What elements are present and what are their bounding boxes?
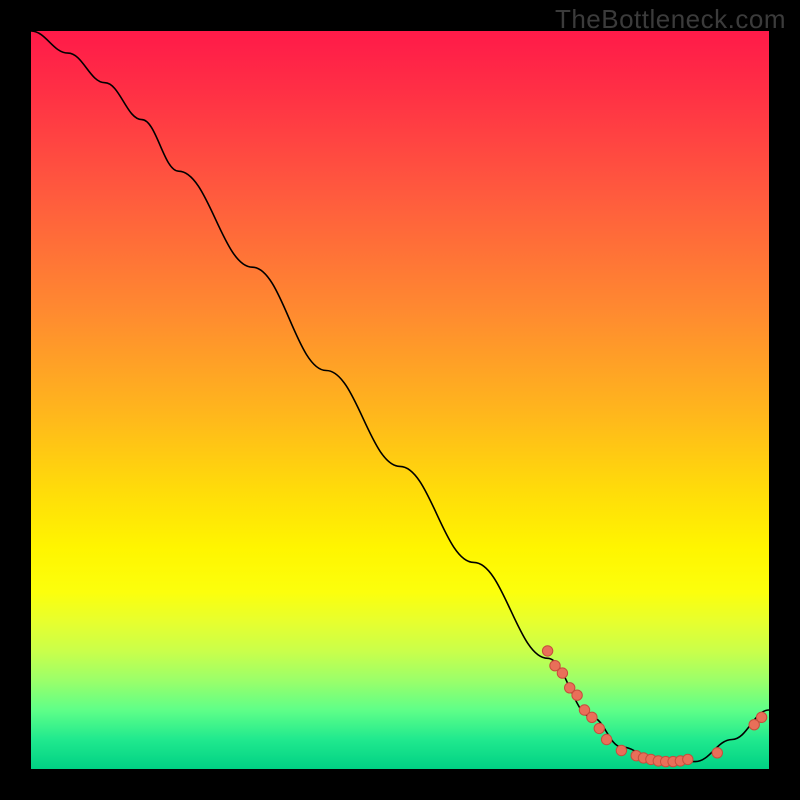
highlight-dot [683, 754, 693, 764]
chart-frame: TheBottleneck.com [0, 0, 800, 800]
highlight-dot [557, 668, 567, 678]
highlight-dot [601, 734, 611, 744]
chart-svg [31, 31, 769, 769]
highlight-dots-group [542, 646, 766, 767]
highlight-dot [542, 646, 552, 656]
highlight-dot [587, 712, 597, 722]
highlight-dot [594, 723, 604, 733]
highlight-dot [712, 748, 722, 758]
highlight-dot [572, 690, 582, 700]
highlight-dot [756, 712, 766, 722]
highlight-dot [616, 745, 626, 755]
bottleneck-curve [31, 31, 769, 762]
plot-area [31, 31, 769, 769]
